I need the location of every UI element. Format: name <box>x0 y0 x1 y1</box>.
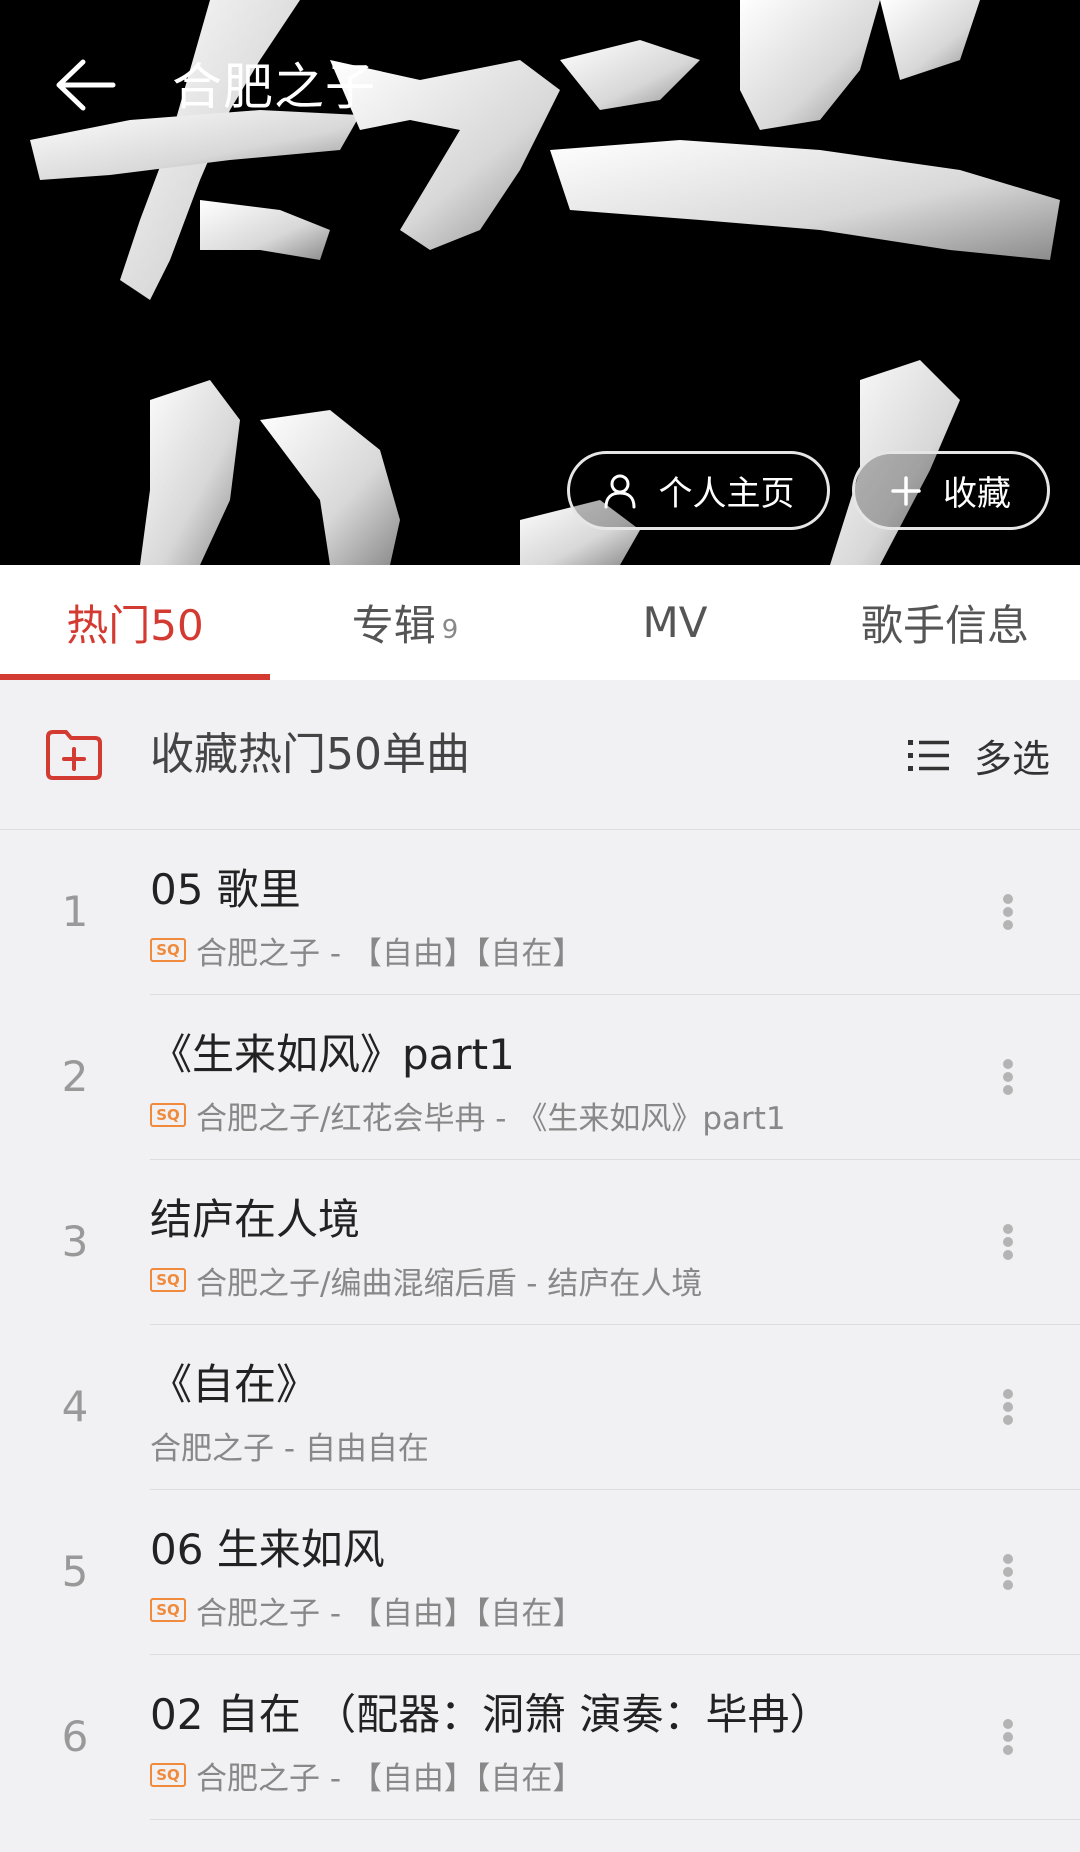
song-row[interactable]: 4 《自在》 合肥之子 - 自由自在 <box>0 1325 1080 1490</box>
collect-hot50-label[interactable]: 收藏热门50单曲 <box>150 725 470 785</box>
more-options-icon[interactable] <box>978 1707 1038 1767</box>
song-row[interactable]: 5 06 生来如风 SQ 合肥之子 - 【自由】【自在】 <box>0 1490 1080 1655</box>
tab-label: MV <box>642 598 708 647</box>
song-meta: SQ 合肥之子 - 【自由】【自在】 <box>150 1751 583 1799</box>
more-options-icon[interactable] <box>978 882 1038 942</box>
tab-albums[interactable]: 专辑 9 <box>270 565 540 680</box>
plus-icon <box>891 475 921 506</box>
song-index: 6 <box>61 1712 89 1761</box>
sq-quality-icon: SQ <box>150 938 186 962</box>
artist-banner: 合肥之子 个人主页 收藏 <box>0 0 1080 565</box>
song-title: 02 自在 （配器：洞箫 演奏：毕冉） <box>150 1690 832 1739</box>
multi-select-button[interactable]: 多选 <box>907 725 1050 785</box>
song-artist-album: 合肥之子 - 【自由】【自在】 <box>196 1595 584 1632</box>
more-options-icon[interactable] <box>978 1542 1038 1602</box>
more-options-icon[interactable] <box>978 1047 1038 1107</box>
song-meta: SQ 合肥之子/红花会毕冉 - 《生来如风》part1 <box>150 1091 786 1139</box>
tab-label: 歌手信息 <box>860 601 1029 650</box>
sq-quality-icon: SQ <box>150 1268 186 1292</box>
favorite-button[interactable]: 收藏 <box>852 451 1050 530</box>
profile-button-label: 个人主页 <box>658 474 795 514</box>
album-count-badge: 9 <box>441 614 459 645</box>
song-row[interactable]: 1 05 歌里 SQ 合肥之子 - 【自由】【自在】 <box>0 830 1080 995</box>
sq-quality-icon: SQ <box>150 1103 186 1127</box>
song-title: 结庐在人境 <box>150 1195 361 1244</box>
song-title: 06 生来如风 <box>150 1525 385 1574</box>
more-options-icon[interactable] <box>978 1212 1038 1272</box>
tab-mv[interactable]: MV <box>540 565 810 680</box>
song-artist-album: 合肥之子 - 【自由】【自在】 <box>196 1760 584 1797</box>
song-row[interactable]: 6 02 自在 （配器：洞箫 演奏：毕冉） SQ 合肥之子 - 【自由】【自在】 <box>0 1655 1080 1820</box>
list-icon <box>907 738 950 772</box>
tab-artist-info[interactable]: 歌手信息 <box>810 565 1080 680</box>
sq-quality-icon: SQ <box>150 1598 186 1622</box>
more-options-icon[interactable] <box>978 1377 1038 1437</box>
song-artist-album: 合肥之子 - 自由自在 <box>150 1430 429 1467</box>
song-index: 2 <box>61 1052 89 1101</box>
song-list: 1 05 歌里 SQ 合肥之子 - 【自由】【自在】 2 《生来如风》part1… <box>0 830 1080 1820</box>
sq-quality-icon: SQ <box>150 1763 186 1787</box>
song-row[interactable]: 2 《生来如风》part1 SQ 合肥之子/红花会毕冉 - 《生来如风》part… <box>0 995 1080 1160</box>
multi-select-label: 多选 <box>973 736 1050 781</box>
song-artist-album: 合肥之子 - 【自由】【自在】 <box>196 935 584 972</box>
song-index: 3 <box>61 1217 89 1266</box>
profile-button[interactable]: 个人主页 <box>567 451 830 530</box>
song-meta: SQ 合肥之子 - 【自由】【自在】 <box>150 1586 583 1634</box>
person-icon <box>603 473 637 509</box>
song-index: 4 <box>61 1382 89 1431</box>
song-row[interactable]: 3 结庐在人境 SQ 合肥之子/编曲混缩后盾 - 结庐在人境 <box>0 1160 1080 1325</box>
song-index: 5 <box>61 1547 89 1596</box>
song-artist-album: 合肥之子/红花会毕冉 - 《生来如风》part1 <box>196 1100 786 1137</box>
song-meta: SQ 合肥之子 - 【自由】【自在】 <box>150 926 583 974</box>
song-meta: 合肥之子 - 自由自在 <box>150 1421 429 1469</box>
song-title: 《自在》 <box>150 1360 319 1409</box>
page-title: 合肥之子 <box>172 58 376 116</box>
song-artist-album: 合肥之子/编曲混缩后盾 - 结庐在人境 <box>196 1265 703 1302</box>
tab-bar: 热门50 专辑 9 MV 歌手信息 <box>0 565 1080 680</box>
song-meta: SQ 合肥之子/编曲混缩后盾 - 结庐在人境 <box>150 1256 702 1304</box>
collect-hot50-row: 收藏热门50单曲 多选 <box>0 680 1080 830</box>
tab-hot50[interactable]: 热门50 <box>0 565 270 680</box>
song-index: 1 <box>61 887 89 936</box>
tab-label: 专辑 <box>351 601 436 650</box>
favorite-button-label: 收藏 <box>943 474 1011 514</box>
tab-label: 热门50 <box>66 601 204 650</box>
back-button[interactable] <box>42 42 128 128</box>
song-title: 05 歌里 <box>150 865 301 914</box>
song-title: 《生来如风》part1 <box>150 1030 515 1079</box>
back-arrow-icon <box>56 59 116 111</box>
folder-add-icon[interactable] <box>44 727 104 783</box>
